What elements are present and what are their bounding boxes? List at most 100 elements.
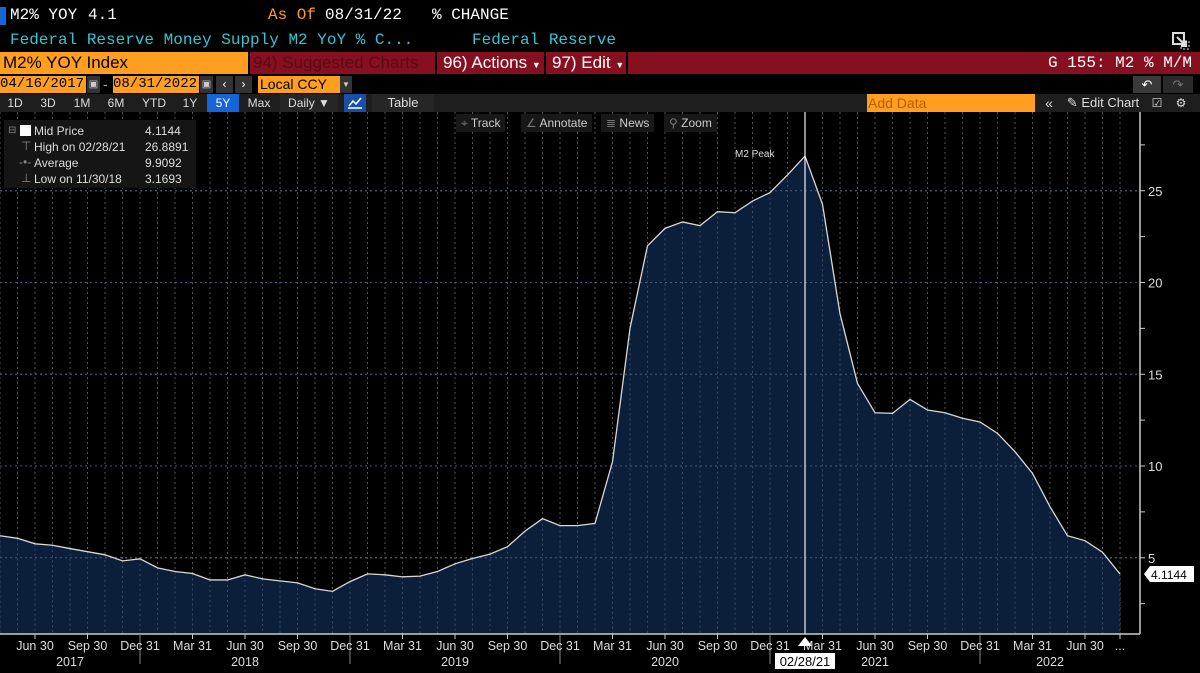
data-point	[786, 173, 789, 176]
data-point	[961, 417, 964, 420]
actions-menu[interactable]: 96) Actions ▼	[437, 52, 544, 74]
period-1m[interactable]: 1M	[68, 94, 96, 112]
legend-avg-value: 9.9092	[145, 156, 182, 170]
data-point	[646, 244, 649, 247]
frequency-select[interactable]: Daily ▼	[280, 94, 338, 112]
period-max[interactable]: Max	[242, 94, 276, 112]
data-point	[436, 570, 439, 573]
chevron-down-icon[interactable]: ▼	[340, 76, 352, 93]
collapse-tree-icon[interactable]: ⊟	[8, 125, 16, 136]
data-point	[86, 550, 89, 553]
x-tick-label: Mar 31	[1013, 639, 1052, 653]
popout-icon[interactable]	[1172, 32, 1190, 50]
data-point	[944, 411, 947, 414]
annotation-edit-icon[interactable]: ☑	[1148, 94, 1166, 112]
zoom-label: Zoom	[681, 116, 712, 130]
data-point	[1049, 505, 1052, 508]
data-point	[769, 191, 772, 194]
calendar-icon[interactable]: ▣	[200, 76, 213, 93]
add-data-input[interactable]: Add Data	[867, 94, 1035, 112]
data-point	[594, 522, 597, 525]
next-period-icon[interactable]: ›	[235, 76, 252, 93]
period-6m[interactable]: 6M	[101, 94, 131, 112]
series-swatch[interactable]	[20, 125, 31, 136]
period-5y[interactable]: 5Y	[207, 94, 239, 112]
data-point	[156, 566, 159, 569]
edit-chart-label: Edit Chart	[1081, 95, 1140, 110]
news-button[interactable]: ≣ News	[601, 114, 655, 132]
chevron-down-icon: ▼	[615, 60, 625, 70]
suggested-charts-button[interactable]: 94) Suggested Charts	[250, 52, 435, 74]
year-label: 2021	[861, 655, 889, 669]
data-point	[681, 220, 684, 223]
currency-select[interactable]: Local CCY	[258, 76, 340, 93]
data-point	[874, 411, 877, 414]
data-point	[209, 578, 212, 581]
peak-annotation: M2 Peak	[735, 149, 775, 160]
data-point	[174, 570, 177, 573]
data-point	[139, 557, 142, 560]
y-tick-label: 20	[1148, 276, 1162, 291]
ticker-marker	[0, 7, 6, 25]
x-tick-label: Dec 31	[330, 639, 370, 653]
data-point	[541, 517, 544, 520]
high-marker-icon: ⊤	[21, 139, 32, 153]
edit-chart-button[interactable]: ✎ Edit Chart	[1062, 94, 1144, 112]
track-button[interactable]: ⌖ Track	[456, 114, 506, 132]
edit-menu[interactable]: 97) Edit ▼	[546, 52, 626, 74]
data-point	[366, 572, 369, 575]
data-point	[664, 227, 667, 230]
period-3d[interactable]: 3D	[34, 94, 62, 112]
undo-icon[interactable]: ↶	[1133, 76, 1161, 93]
data-point	[926, 409, 929, 412]
data-point	[856, 382, 859, 385]
chart-area[interactable]: M2 Peak 5 10 15 20 25 4.1144 Jun 30 Sep 30 Dec 31…	[0, 112, 1200, 673]
zoom-button[interactable]: ⚲ Zoom	[664, 114, 717, 132]
data-point	[471, 557, 474, 560]
x-tick-label: Mar 31	[593, 639, 632, 653]
x-tick-label: Sep 30	[698, 639, 738, 653]
period-1y[interactable]: 1Y	[176, 94, 204, 112]
actions-label: 96) Actions	[443, 53, 528, 72]
data-point	[979, 420, 982, 423]
data-point	[226, 578, 229, 581]
table-button[interactable]: Table	[372, 94, 434, 112]
security-input[interactable]: M2% YOY Index	[0, 52, 248, 74]
period-1d[interactable]: 1D	[2, 94, 28, 112]
data-point	[419, 575, 422, 578]
data-point	[629, 327, 632, 330]
period-ytd[interactable]: YTD	[136, 94, 172, 112]
data-point	[996, 432, 999, 435]
data-point	[69, 547, 72, 550]
start-date-input[interactable]: 04/16/2017	[0, 76, 86, 93]
y-tick-label: 15	[1148, 367, 1162, 382]
annotate-button[interactable]: ∠ Annotate	[521, 114, 593, 132]
calendar-icon[interactable]: ▣	[87, 76, 100, 93]
gear-icon[interactable]: ⚙	[1172, 94, 1190, 112]
date-separator: -	[103, 76, 108, 92]
as-of-date: 08/31/22	[325, 6, 402, 24]
news-icon: ≣	[606, 116, 617, 130]
data-point	[891, 412, 894, 415]
year-label: 2018	[231, 655, 259, 669]
legend-high-value: 26.8891	[145, 140, 189, 154]
data-point	[244, 573, 247, 576]
collapse-icon[interactable]: «	[1040, 94, 1058, 112]
legend-avg-label: Average	[34, 156, 79, 170]
line-chart-icon[interactable]	[344, 94, 366, 112]
data-point	[839, 312, 842, 315]
chevron-down-icon: ▼	[531, 60, 541, 70]
x-tick-label: Jun 30	[16, 639, 54, 653]
chart-id: G 155: M2 % M/M	[628, 52, 1200, 74]
data-point	[121, 559, 124, 562]
data-point	[1066, 534, 1069, 537]
redo-icon[interactable]: ↷	[1163, 76, 1193, 93]
data-point	[51, 544, 54, 547]
end-date-input[interactable]: 08/31/2022	[113, 76, 199, 93]
year-label: 2019	[441, 655, 469, 669]
legend-low-value: 3.1693	[145, 172, 182, 186]
x-tick-label: Dec 31	[540, 639, 580, 653]
low-marker-icon: ⊥	[21, 171, 32, 185]
x-tick-label: Dec 31	[960, 639, 1000, 653]
prev-period-icon[interactable]: ‹	[216, 76, 233, 93]
